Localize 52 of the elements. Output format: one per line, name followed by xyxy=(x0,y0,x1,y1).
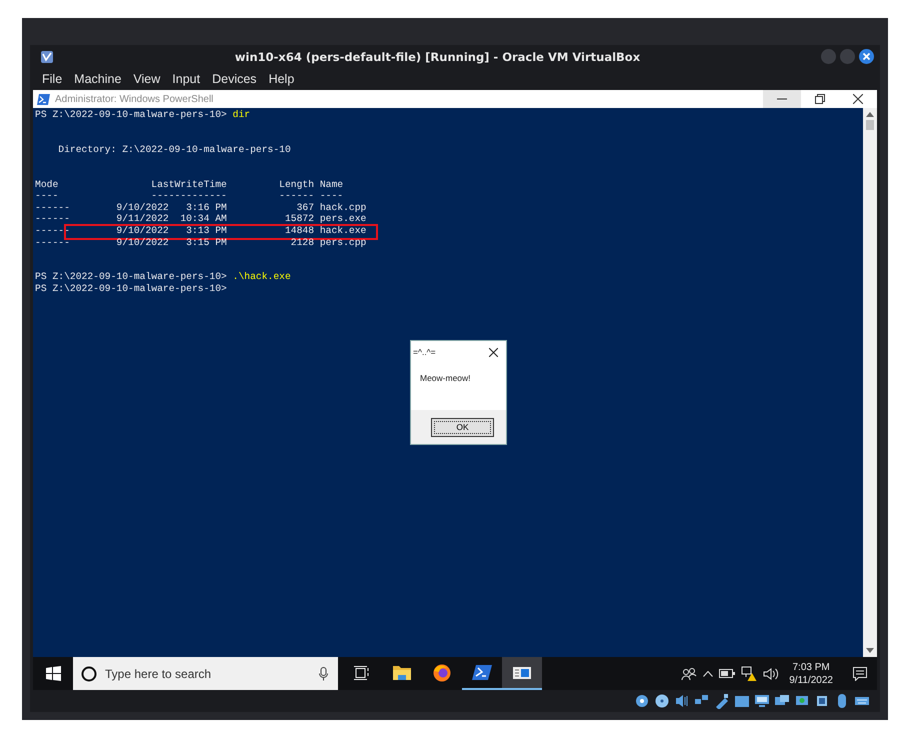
file-row: ------ 9/10/2022 3:16 PM 367 hack.cpp xyxy=(35,202,366,213)
ok-button[interactable]: OK xyxy=(431,418,494,436)
prompt-text: PS Z:\2022-09-10-malware-pers-10> xyxy=(35,109,228,120)
notification-icon[interactable] xyxy=(853,666,867,680)
file-row: ------ 9/11/2022 10:34 AM 15872 pers.exe xyxy=(35,213,366,224)
usb-icon[interactable] xyxy=(714,693,730,709)
microphone-icon[interactable] xyxy=(319,666,328,680)
dialog-message: Meow-meow! xyxy=(420,373,471,383)
speaker-icon[interactable] xyxy=(763,668,780,680)
scrollbar[interactable] xyxy=(863,108,877,657)
scroll-up-icon[interactable] xyxy=(866,112,874,117)
monitor-icon[interactable] xyxy=(754,693,770,709)
windows-logo-icon[interactable] xyxy=(46,666,60,681)
chip-icon[interactable] xyxy=(814,693,830,709)
output-text: Directory: Z:\2022-09-10-malware-pers-10 xyxy=(57,144,291,155)
window-title: Administrator: Windows PowerShell xyxy=(55,94,214,104)
menu-item[interactable]: Devices xyxy=(206,72,263,86)
menu-item[interactable]: View xyxy=(127,72,166,86)
file-row: ------ 9/10/2022 3:15 PM 2128 pers.cpp xyxy=(35,236,366,248)
window-icon[interactable] xyxy=(502,657,542,690)
menu-item[interactable]: File xyxy=(36,72,68,86)
output-text: ---- ------------- ------ ---- xyxy=(35,190,344,202)
virtualbox-icon xyxy=(40,50,54,64)
menu-item[interactable]: Machine xyxy=(68,72,128,86)
menu-item[interactable]: Input xyxy=(166,72,206,86)
people-icon[interactable] xyxy=(681,666,698,680)
restore-icon[interactable] xyxy=(815,94,825,104)
file-row: ------ 9/10/2022 3:13 PM 14848 hack.exe xyxy=(35,224,366,236)
powershell-icon xyxy=(37,94,50,104)
clock[interactable]: 7:03 PM 9/11/2022 xyxy=(789,660,833,686)
search-field[interactable]: Type here to search xyxy=(73,657,338,690)
scrollbar-thumb[interactable] xyxy=(866,120,874,130)
close-icon[interactable] xyxy=(853,94,863,104)
folder-icon[interactable] xyxy=(734,693,750,709)
output-text: Mode LastWriteTime Length Name xyxy=(35,178,344,190)
network-warning-icon[interactable] xyxy=(741,666,758,681)
caret-up-icon[interactable] xyxy=(703,670,714,676)
close-icon[interactable] xyxy=(489,348,498,356)
search-icon xyxy=(81,666,97,682)
battery-icon[interactable] xyxy=(719,669,736,678)
speaker-icon[interactable] xyxy=(674,693,690,709)
prompt-text: PS Z:\2022-09-10-malware-pers-10> xyxy=(35,282,227,294)
window-title: win10-x64 (pers-default-file) [Running] - Oracle VM VirtualBox xyxy=(234,50,642,64)
dialog-title: =^..^= xyxy=(413,347,436,357)
menu-item[interactable]: Help xyxy=(262,72,300,86)
disc-icon[interactable] xyxy=(654,693,670,709)
command-text: .\hack.exe xyxy=(232,271,291,282)
command-text: dir xyxy=(232,109,250,120)
close-icon[interactable] xyxy=(859,49,874,64)
hard-disk-icon[interactable] xyxy=(634,693,650,709)
prompt-text: PS Z:\2022-09-10-malware-pers-10> xyxy=(35,271,228,282)
scroll-down-icon[interactable] xyxy=(866,648,874,653)
